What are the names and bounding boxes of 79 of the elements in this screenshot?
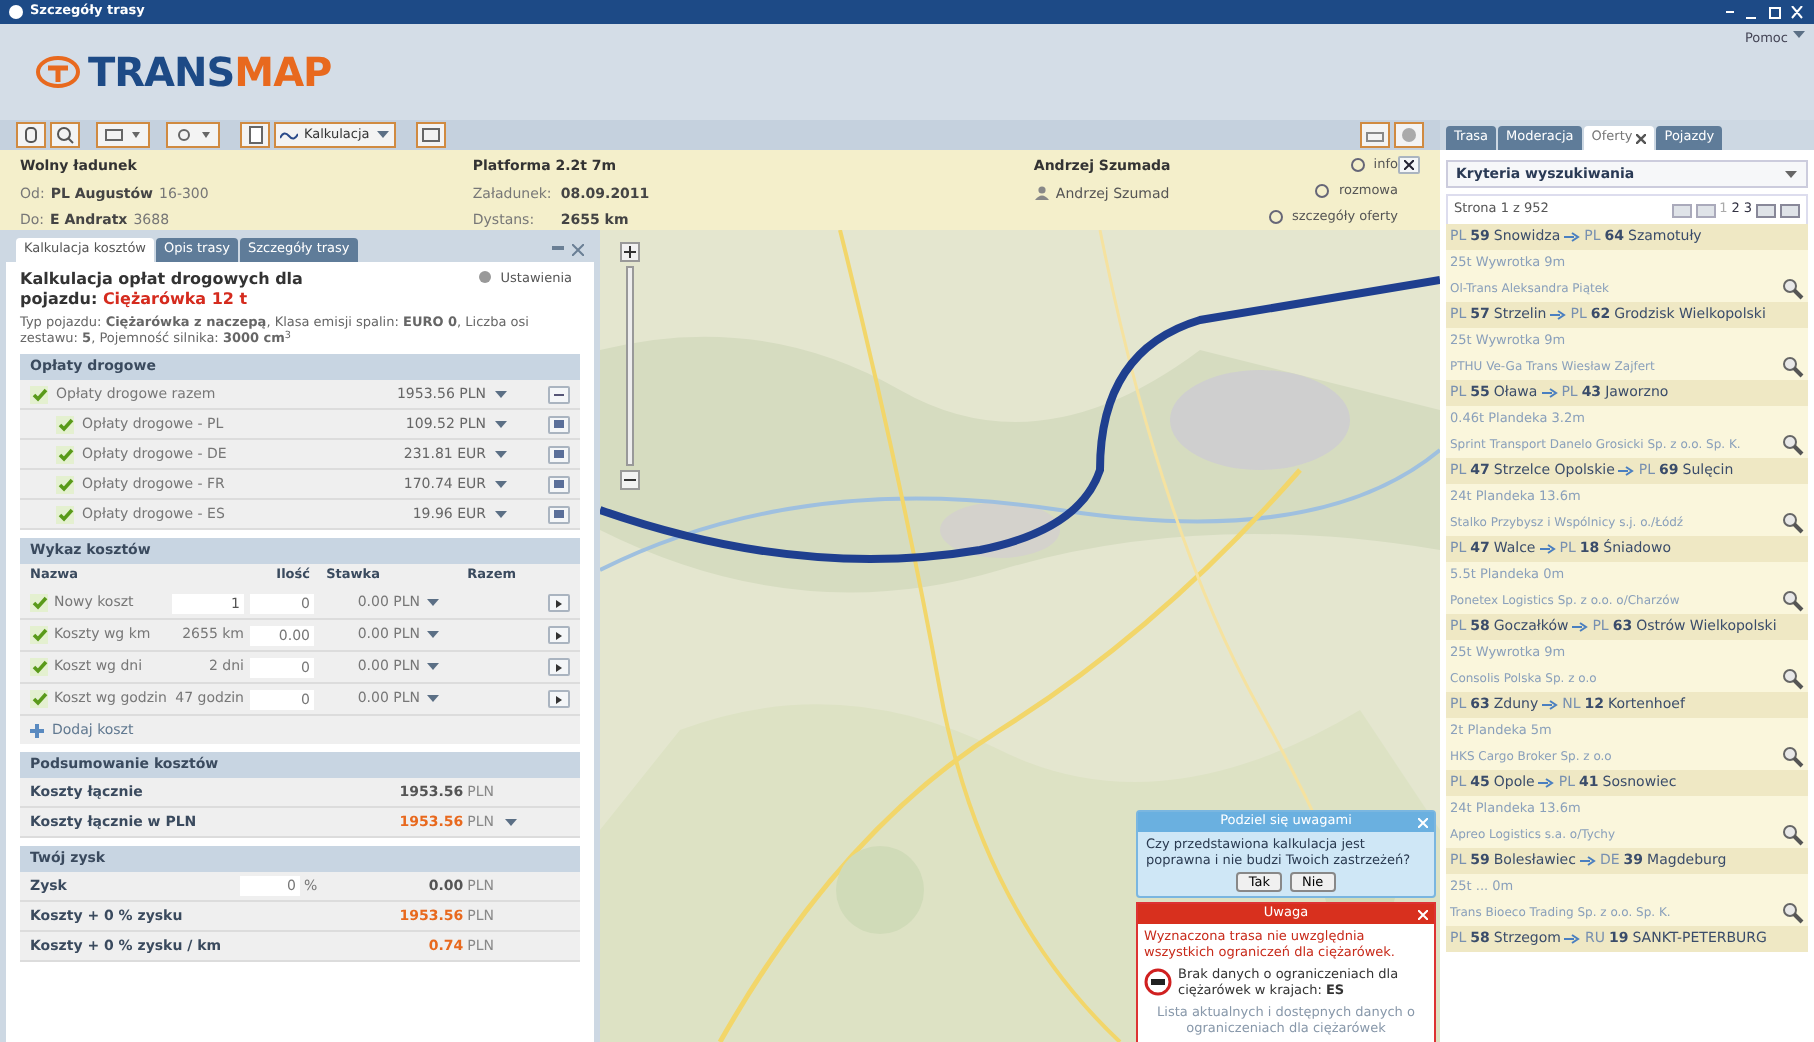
arrow-icon: [1572, 622, 1589, 632]
no-truck-icon: [1144, 968, 1172, 996]
dropdown-arrow-icon[interactable]: [426, 662, 440, 672]
window-controls-icon[interactable]: [1726, 5, 1806, 19]
arrow-icon: [1541, 388, 1558, 398]
play-icon[interactable]: [556, 631, 562, 639]
details-button[interactable]: [548, 626, 570, 644]
dropdown-arrow-icon[interactable]: [1784, 169, 1798, 179]
search-icon[interactable]: [1782, 902, 1804, 924]
search-icon[interactable]: [1782, 668, 1804, 690]
search-icon[interactable]: [1782, 512, 1804, 534]
dropdown-arrow-icon[interactable]: [375, 130, 390, 140]
export-button[interactable]: [415, 122, 446, 148]
calculation-heading: Kalkulacja opłat drogowych dla pojazdu: Ciężarówka 12 t: [20, 270, 305, 310]
add-icon[interactable]: [30, 723, 44, 737]
collapse-button[interactable]: [548, 385, 570, 403]
play-icon[interactable]: [556, 599, 562, 607]
checkbox[interactable]: [30, 626, 48, 644]
window-icon[interactable]: [421, 128, 440, 142]
dropdown-arrow-icon[interactable]: [494, 479, 508, 489]
checkbox[interactable]: [56, 505, 74, 523]
play-icon[interactable]: [556, 663, 562, 671]
dropdown-arrow-icon[interactable]: [504, 817, 518, 827]
magnifier-icon[interactable]: [56, 126, 74, 144]
printer-icon[interactable]: [1366, 127, 1384, 143]
layers-icon[interactable]: [103, 128, 143, 142]
last-page-button[interactable]: [1780, 203, 1800, 217]
dropdown-arrow-icon[interactable]: [494, 419, 508, 429]
arrow-icon: [1618, 466, 1635, 476]
wave-icon[interactable]: [280, 129, 298, 141]
details-button[interactable]: [548, 594, 570, 612]
checkbox[interactable]: [30, 658, 48, 676]
search-icon[interactable]: [1782, 746, 1804, 768]
search-icon[interactable]: [1782, 278, 1804, 300]
search-icon[interactable]: [1782, 590, 1804, 612]
dropdown-arrow-icon[interactable]: [494, 509, 508, 519]
info-button[interactable]: [240, 122, 270, 148]
checkbox[interactable]: [56, 475, 74, 493]
dropdown-arrow-icon[interactable]: [426, 694, 440, 704]
close-icon[interactable]: [1636, 133, 1647, 143]
dropdown-arrow-icon[interactable]: [426, 598, 440, 608]
search-icon[interactable]: [1782, 824, 1804, 846]
minus-icon[interactable]: [554, 389, 564, 399]
play-icon[interactable]: [556, 695, 562, 703]
checkbox[interactable]: [30, 594, 48, 612]
hand-tool-button[interactable]: [16, 122, 46, 148]
details-button[interactable]: [548, 690, 570, 708]
arrow-icon: [1542, 700, 1559, 710]
checkbox[interactable]: [56, 445, 74, 463]
dropdown-arrow-icon[interactable]: [1792, 30, 1806, 40]
arrow-icon: [1564, 934, 1581, 944]
search-icon[interactable]: [1782, 434, 1804, 456]
logo-icon: [36, 56, 80, 88]
close-button[interactable]: [1397, 156, 1420, 174]
next-page-button[interactable]: [1756, 203, 1776, 217]
details-button[interactable]: [548, 658, 570, 676]
layers-dropdown[interactable]: [96, 122, 150, 148]
checkbox[interactable]: [30, 385, 48, 403]
logo-text: MAP: [234, 48, 332, 96]
logo-text: TRANS: [88, 48, 235, 96]
dropdown-arrow-icon[interactable]: [494, 449, 508, 459]
checkbox[interactable]: [56, 415, 74, 433]
app-icon: [8, 4, 24, 20]
search-icon[interactable]: [1782, 356, 1804, 378]
minimize-icon[interactable]: [552, 246, 564, 252]
arrow-icon: [1579, 856, 1596, 866]
checkbox[interactable]: [30, 690, 48, 708]
dropdown-arrow-icon[interactable]: [426, 630, 440, 640]
close-icon[interactable]: [1403, 160, 1414, 170]
dropdown-arrow-icon[interactable]: [494, 389, 508, 399]
zoom-button[interactable]: [50, 122, 80, 148]
document-icon[interactable]: [247, 126, 263, 144]
arrow-icon: [1539, 544, 1556, 554]
user-icon: [1033, 186, 1050, 201]
arrow-icon: [1550, 310, 1567, 320]
arrow-icon: [1564, 232, 1581, 242]
arrow-icon: [1538, 778, 1555, 788]
marker-dropdown[interactable]: [166, 122, 220, 148]
circle-icon[interactable]: [173, 128, 213, 142]
